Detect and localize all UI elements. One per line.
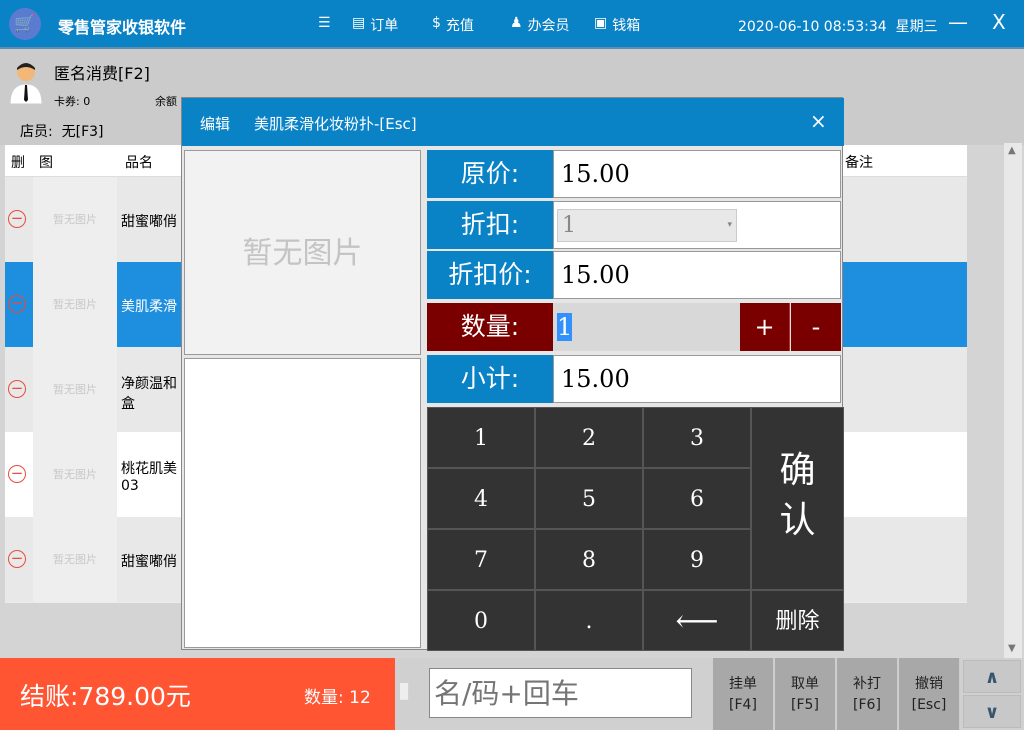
nav-member[interactable]: ♟办会员 (510, 15, 570, 35)
product-image-placeholder: 暂无图片 (184, 150, 421, 355)
key-6[interactable]: 6 (643, 468, 751, 529)
key-3[interactable]: 3 (643, 407, 751, 468)
money-bag-icon: $ (432, 15, 441, 35)
discount-price-field[interactable]: 15.00 (553, 251, 841, 299)
key-0[interactable]: 0 (427, 590, 535, 651)
discount-row: 1▾ (553, 201, 841, 249)
nav-orders[interactable]: ▤订单 (352, 15, 398, 35)
key-9[interactable]: 9 (643, 529, 751, 590)
backspace-key[interactable]: ⟵ (643, 590, 751, 651)
chevron-down-icon: ▾ (727, 210, 732, 241)
delete-button[interactable]: 删除 (751, 590, 844, 651)
quantity-minus-button[interactable]: - (791, 303, 841, 351)
clerk[interactable]: 店员: 无[F3] (20, 121, 104, 141)
cart-icon: 🛒 (9, 8, 41, 40)
retrieve-order-button[interactable]: 取单[F5] (775, 658, 836, 730)
nav-recharge[interactable]: $充值 (432, 15, 474, 35)
minimize-button[interactable]: — (948, 10, 968, 34)
order-icon: ▤ (352, 15, 365, 35)
datetime: 2020-06-10 08:53:34 星期三 (738, 16, 938, 36)
scroll-up-button[interactable]: ∧ (963, 660, 1021, 693)
delete-icon[interactable]: − (8, 295, 26, 313)
edit-item-dialog: 编辑 美肌柔滑化妆粉扑-[Esc] × 暂无图片 原价: 15.00 折扣: 1… (181, 97, 843, 650)
scrollbar[interactable]: ▲▼ (1004, 143, 1022, 658)
member-icon: ♟ (510, 15, 523, 35)
checkout-total[interactable]: 结账:789.00元 (20, 677, 191, 713)
subtotal-field: 15.00 (553, 355, 841, 403)
delete-icon[interactable]: − (8, 210, 26, 228)
original-price-field[interactable]: 15.00 (553, 150, 841, 198)
checkout-panel[interactable]: 结账:789.00元 数量: 12 (0, 658, 395, 730)
delete-icon[interactable]: − (8, 465, 26, 483)
avatar-icon (8, 60, 44, 104)
barcode-scanner-icon: ▮ (398, 678, 410, 703)
scroll-up-icon[interactable]: ▲ (1008, 145, 1016, 156)
balance: 余额 (155, 93, 177, 109)
menu-button[interactable]: ☰ (318, 15, 331, 31)
product-notes-panel (184, 358, 421, 648)
confirm-button[interactable]: 确认 (751, 407, 844, 590)
key-4[interactable]: 4 (427, 468, 535, 529)
hold-order-button[interactable]: 挂单[F4] (713, 658, 774, 730)
key-2[interactable]: 2 (535, 407, 643, 468)
key-8[interactable]: 8 (535, 529, 643, 590)
product-search-input[interactable] (429, 668, 692, 718)
scroll-down-button[interactable]: ∨ (963, 695, 1021, 728)
menu-icon: ☰ (318, 15, 331, 31)
coupons: 卡券: 0 (54, 93, 90, 109)
scroll-down-icon[interactable]: ▼ (1008, 643, 1016, 654)
key-dot[interactable]: . (535, 590, 643, 651)
bottom-bar: 结账:789.00元 数量: 12 ▮ 挂单[F4] 取单[F5] 补打[F6]… (0, 658, 1024, 730)
quantity-input[interactable]: 1 (553, 303, 740, 351)
item-count: 数量: 12 (304, 683, 371, 708)
title-bar: 🛒 零售管家收银软件 ☰ ▤订单 $充值 ♟办会员 ▣钱箱 2020-06-10… (0, 0, 1024, 49)
app-title: 零售管家收银软件 (58, 14, 186, 38)
quantity-plus-button[interactable]: + (740, 303, 790, 351)
close-button[interactable]: X (992, 10, 1006, 34)
discount-select[interactable]: 1▾ (557, 209, 737, 242)
delete-icon[interactable]: − (8, 380, 26, 398)
reprint-button[interactable]: 补打[F6] (837, 658, 898, 730)
nav-cashbox[interactable]: ▣钱箱 (594, 15, 640, 35)
cash-box-icon: ▣ (594, 15, 607, 35)
customer-name[interactable]: 匿名消费[F2] (54, 60, 150, 84)
dialog-close-button[interactable]: × (810, 109, 827, 133)
undo-button[interactable]: 撤销[Esc] (899, 658, 960, 730)
dialog-title-bar: 编辑 美肌柔滑化妆粉扑-[Esc] × (182, 98, 844, 146)
key-5[interactable]: 5 (535, 468, 643, 529)
delete-icon[interactable]: − (8, 550, 26, 568)
dialog-title: 美肌柔滑化妆粉扑-[Esc] (254, 113, 417, 134)
key-7[interactable]: 7 (427, 529, 535, 590)
key-1[interactable]: 1 (427, 407, 535, 468)
